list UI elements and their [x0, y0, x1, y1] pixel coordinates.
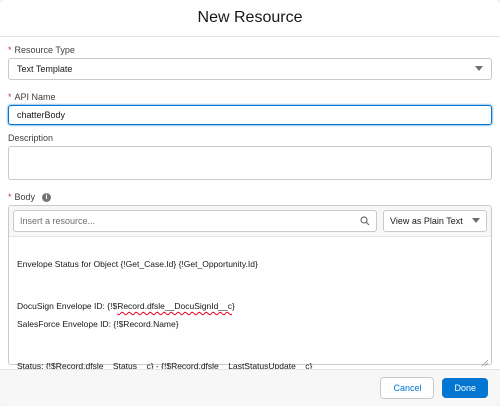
- body-line-3: SalesForce Envelope ID: {!$Record.Name}: [17, 319, 179, 329]
- modal-header: New Resource: [0, 0, 500, 37]
- api-name-value: chatterBody: [17, 110, 66, 120]
- search-placeholder: Insert a resource...: [20, 216, 96, 226]
- resource-type-value: Text Template: [17, 64, 73, 74]
- search-icon: [360, 216, 370, 228]
- api-name-label-text: API Name: [14, 92, 56, 102]
- body-field: * Body i Insert a resource... View as Pl…: [8, 192, 492, 371]
- body-line-2: DocuSign Envelope ID: {!$Record.dfsle__D…: [17, 299, 483, 313]
- resize-handle-icon[interactable]: [481, 354, 489, 367]
- body-line-1: Envelope Status for Object {!Get_Case.Id…: [17, 259, 258, 269]
- chevron-down-icon: [472, 218, 480, 223]
- resource-type-label: * Resource Type: [8, 45, 492, 55]
- required-marker: *: [8, 45, 12, 55]
- description-label-text: Description: [8, 133, 54, 143]
- body-editor: Insert a resource... View as Plain Text: [8, 205, 492, 371]
- body-label: * Body i: [8, 192, 492, 202]
- line2-prefix: DocuSign Envelope ID: {!$: [17, 301, 118, 311]
- view-mode-select[interactable]: View as Plain Text: [383, 210, 487, 232]
- api-name-field: * API Name chatterBody: [8, 92, 492, 125]
- new-resource-modal: New Resource * Resource Type Text Templa…: [0, 0, 500, 406]
- resource-type-label-text: Resource Type: [14, 45, 75, 55]
- description-textarea[interactable]: [8, 146, 492, 180]
- api-name-label: * API Name: [8, 92, 492, 102]
- body-toolbar: Insert a resource... View as Plain Text: [9, 206, 491, 237]
- modal-content: * Resource Type Text Template * API Name…: [0, 37, 500, 371]
- done-button[interactable]: Done: [442, 378, 488, 398]
- body-label-text: Body: [14, 192, 36, 202]
- view-mode-value: View as Plain Text: [390, 216, 463, 226]
- line2-field: Record.dfsle__DocuSignId__c: [117, 301, 233, 311]
- resource-type-select[interactable]: Text Template: [8, 58, 492, 80]
- required-marker: *: [8, 192, 12, 202]
- line2-suffix: }: [232, 301, 235, 311]
- description-label: Description: [8, 133, 492, 143]
- resource-search-input[interactable]: Insert a resource...: [13, 210, 377, 232]
- info-icon[interactable]: i: [42, 192, 52, 202]
- modal-footer: Cancel Done: [0, 369, 500, 406]
- cancel-button[interactable]: Cancel: [380, 377, 435, 399]
- required-marker: *: [8, 92, 12, 102]
- description-field: Description: [8, 133, 492, 180]
- modal-title: New Resource: [197, 9, 303, 26]
- api-name-input[interactable]: chatterBody: [8, 105, 492, 125]
- resource-type-field: * Resource Type Text Template: [8, 45, 492, 80]
- body-text[interactable]: Envelope Status for Object {!Get_Case.Id…: [9, 237, 491, 379]
- chevron-down-icon: [475, 66, 483, 71]
